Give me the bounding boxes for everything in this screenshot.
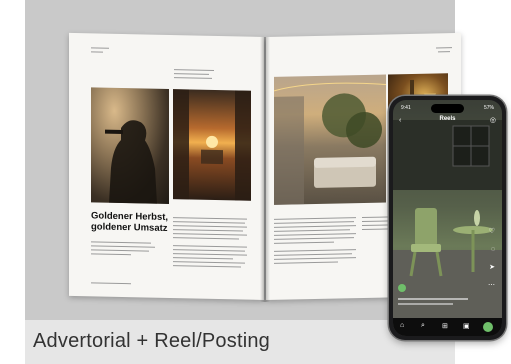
magazine-headline: Goldener Herbst, goldener Umsatz bbox=[91, 210, 169, 234]
more-icon[interactable]: ⋯ bbox=[488, 282, 495, 289]
bottom-nav-bar: ⌂ ⌕ ⊞ ▣ bbox=[393, 318, 502, 336]
camera-icon[interactable]: ◎ bbox=[490, 117, 496, 124]
add-icon[interactable]: ⊞ bbox=[442, 322, 448, 330]
search-icon[interactable]: ⌕ bbox=[421, 322, 425, 330]
photo-sunset bbox=[173, 89, 251, 201]
heart-icon[interactable]: ♡ bbox=[489, 228, 495, 235]
caption-text: Advertorial + Reel/Posting bbox=[33, 330, 270, 352]
reel-caption-line bbox=[398, 303, 453, 305]
dynamic-island bbox=[431, 104, 464, 113]
phone-screen: 9:41 57% ‹ Reels ◎ ♡ ◌ ➤ ⋯ ⌂ ⌕ ⊞ ▣ bbox=[393, 100, 502, 336]
reels-icon[interactable]: ▣ bbox=[463, 322, 470, 330]
profile-icon[interactable] bbox=[483, 322, 493, 332]
magazine-left-page: Goldener Herbst, goldener Umsatz bbox=[69, 32, 264, 300]
status-time: 9:41 bbox=[401, 105, 411, 111]
reel-video-frame bbox=[393, 120, 502, 320]
share-icon[interactable]: ➤ bbox=[489, 264, 495, 271]
smartphone-mockup: 9:41 57% ‹ Reels ◎ ♡ ◌ ➤ ⋯ ⌂ ⌕ ⊞ ▣ bbox=[389, 96, 506, 340]
comment-icon[interactable]: ◌ bbox=[491, 246, 495, 253]
home-icon[interactable]: ⌂ bbox=[400, 322, 404, 329]
reel-caption-line bbox=[398, 298, 468, 300]
photo-terrace-lounge bbox=[274, 74, 386, 205]
reels-title: Reels bbox=[439, 116, 456, 122]
photo-man-drinking bbox=[91, 87, 169, 205]
magazine-spine bbox=[260, 37, 270, 302]
avatar[interactable] bbox=[398, 284, 406, 292]
status-battery: 57% bbox=[483, 105, 494, 111]
